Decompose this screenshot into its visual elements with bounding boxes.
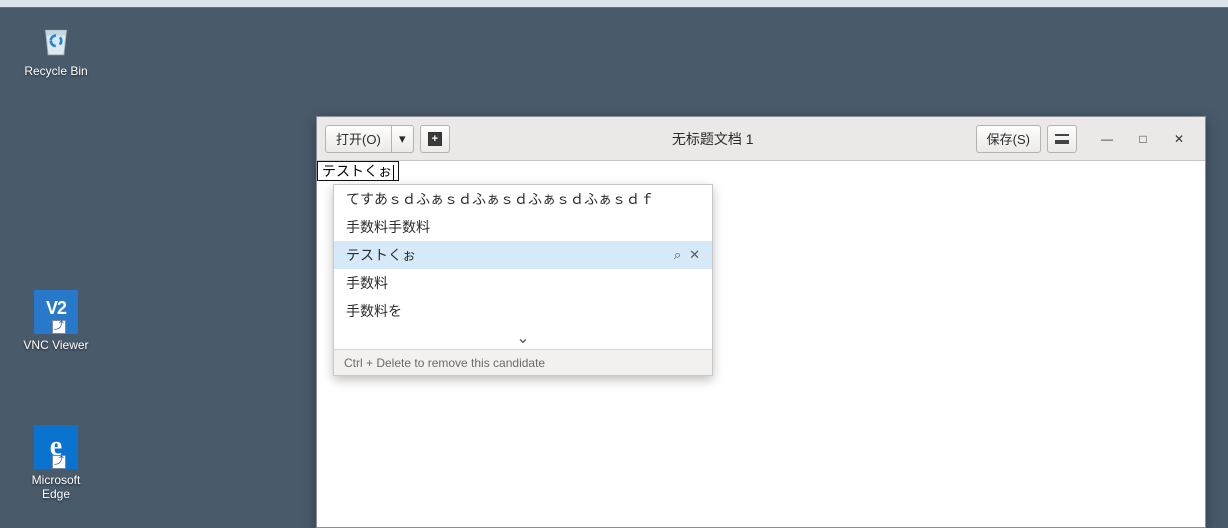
desktop-icon-label: VNC Viewer [16,338,96,352]
ime-candidate-text: テストくぉ [346,245,416,265]
maximize-button[interactable]: □ [1125,125,1161,153]
ime-composition-box[interactable]: テストくぉ [317,161,399,181]
ime-candidate-text: 手数料を [346,301,402,321]
titlebar: 打开(O) ▾ 无标题文档 1 保存(S) — □ ✕ [317,117,1205,161]
desktop-icon-vnc-viewer[interactable]: V2 ⤴ VNC Viewer [16,290,96,352]
desktop-icon-label: Recycle Bin [16,64,96,78]
recycle-bin-icon [35,18,77,60]
ime-composition-text: テストくぉ [322,163,392,179]
ime-hint-bar: Ctrl + Delete to remove this candidate [334,349,712,375]
desktop-icon-microsoft-edge[interactable]: e ⤴ Microsoft Edge [16,425,96,501]
open-button[interactable]: 打开(O) [325,125,392,153]
desktop-icon-label: Microsoft Edge [16,473,96,501]
save-button[interactable]: 保存(S) [976,125,1041,153]
ime-candidate[interactable]: 手数料を [334,297,712,325]
window-controls: — □ ✕ [1089,125,1197,153]
search-icon[interactable]: ⌕ [674,247,681,263]
minimize-button[interactable]: — [1089,125,1125,153]
open-button-group: 打开(O) ▾ [325,125,414,153]
ime-candidate-text: 手数料手数料 [346,217,430,237]
remote-session-topbar [0,0,1228,8]
desktop-icon-recycle-bin[interactable]: Recycle Bin [16,18,96,78]
open-dropdown-button[interactable]: ▾ [392,125,414,153]
ime-candidate-selected[interactable]: テストくぉ ⌕ ✕ [334,241,712,269]
close-icon[interactable]: ✕ [689,247,700,263]
chevron-down-icon: ⌄ [516,328,529,348]
shortcut-overlay-icon: ⤴ [52,320,66,334]
ime-candidate-text: てすあｓｄふぁｓｄふぁｓｄふぁｓｄふぁｓｄｆ [346,189,654,209]
window-title: 无标题文档 1 [456,129,970,149]
ime-candidate[interactable]: 手数料 [334,269,712,297]
new-document-icon [428,132,442,146]
ime-candidate[interactable]: 手数料手数料 [334,213,712,241]
ime-candidate[interactable]: てすあｓｄふぁｓｄふぁｓｄふぁｓｄふぁｓｄｆ [334,185,712,213]
close-button[interactable]: ✕ [1161,125,1197,153]
hamburger-icon [1055,134,1069,144]
ime-candidate-text: 手数料 [346,273,388,293]
shortcut-overlay-icon: ⤴ [52,455,66,469]
ime-candidate-popup: てすあｓｄふぁｓｄふぁｓｄふぁｓｄふぁｓｄｆ 手数料手数料 テストくぉ ⌕ ✕ … [333,184,713,376]
new-tab-button[interactable] [420,125,450,153]
chevron-down-icon: ▾ [399,131,406,147]
text-caret [393,165,394,180]
ime-expand-button[interactable]: ⌄ [334,325,712,349]
hamburger-menu-button[interactable] [1047,125,1077,153]
